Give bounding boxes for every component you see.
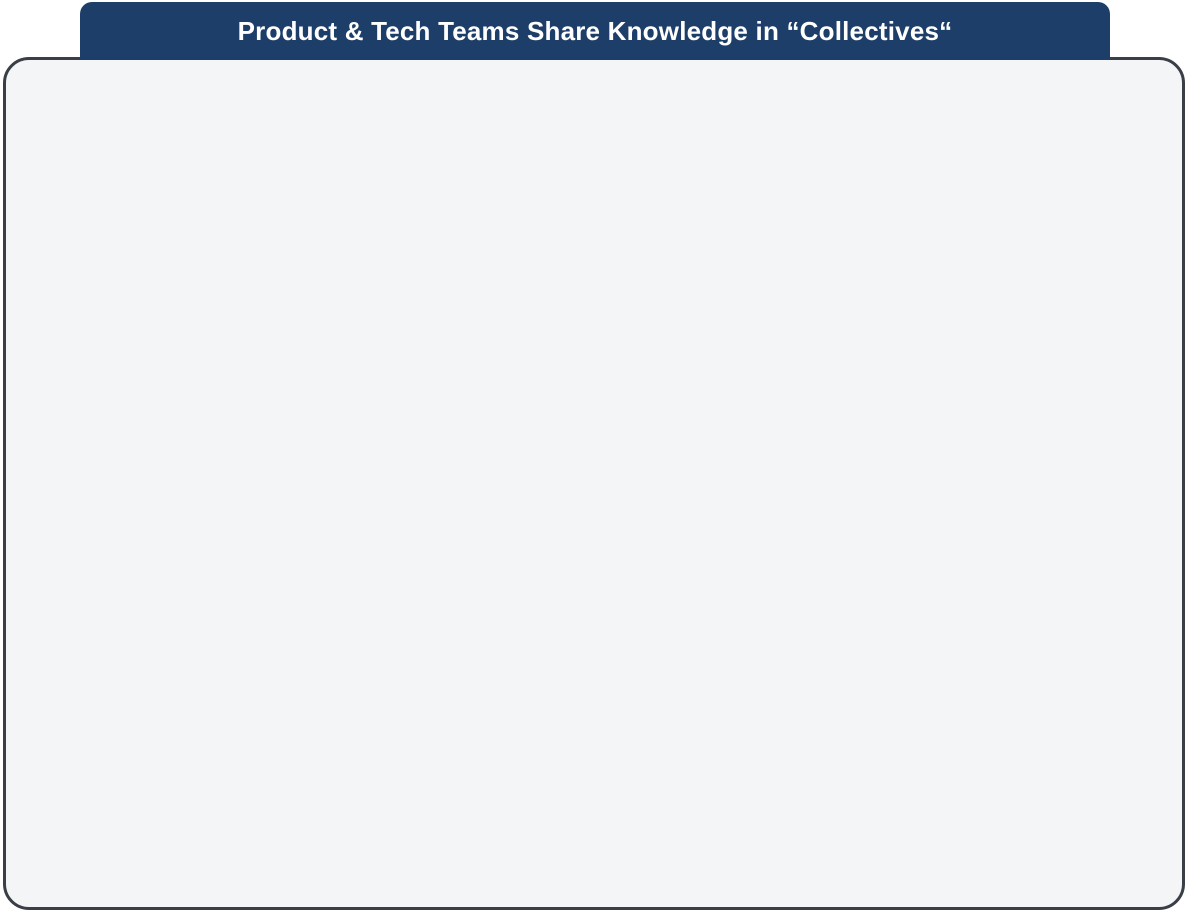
title-bar: Product & Tech Teams Share Knowledge in … (80, 2, 1110, 60)
page-title: Product & Tech Teams Share Knowledge in … (237, 15, 953, 46)
diagram-card (3, 57, 1185, 910)
